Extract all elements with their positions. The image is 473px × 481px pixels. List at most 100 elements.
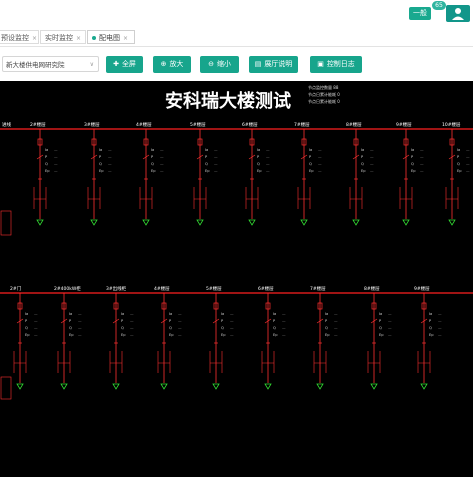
- meter-value: —: [282, 319, 286, 323]
- diagram-title: 安科瑞大楼测试: [165, 90, 291, 112]
- feeder-label: 5#楼层: [190, 121, 206, 128]
- meter-label: Ia: [45, 148, 48, 152]
- feeder-label: 9#楼层: [414, 285, 430, 292]
- meter-value: —: [420, 169, 424, 173]
- meter-label: P: [99, 155, 102, 159]
- ground-symbol: [160, 383, 168, 390]
- active-dot-icon: [92, 36, 96, 40]
- ground-symbol: [264, 383, 272, 390]
- meter-label: Ia: [121, 312, 124, 316]
- meter-value: —: [214, 148, 218, 152]
- meter-label: P: [121, 319, 124, 323]
- meter-value: —: [370, 162, 374, 166]
- meter-value: —: [388, 319, 392, 323]
- zoom-in-button[interactable]: ⊕ 放大: [153, 56, 191, 73]
- meter-label: P: [45, 155, 48, 159]
- meter-value: —: [214, 169, 218, 173]
- meter-value: —: [334, 326, 338, 330]
- meter-value: —: [370, 148, 374, 152]
- meter-value: —: [420, 155, 424, 159]
- feeder-label: 8#楼层: [346, 121, 362, 128]
- meter-value: —: [438, 319, 442, 323]
- meter-value: —: [178, 333, 182, 337]
- meter-value: —: [282, 312, 286, 316]
- fullscreen-button[interactable]: ✚ 全屏: [106, 56, 143, 73]
- meter-value: —: [54, 155, 58, 159]
- incoming-panel: [0, 376, 12, 400]
- tab-distribution-diagram[interactable]: 配电图 ×: [87, 30, 135, 44]
- ground-symbol: [248, 219, 256, 226]
- meter-value: —: [178, 319, 182, 323]
- site-select-value: 新大楼供电网研究院: [6, 61, 65, 69]
- meter-value: —: [230, 312, 234, 316]
- alarm-level-button[interactable]: 一般: [409, 7, 431, 20]
- meter-label: P: [151, 155, 154, 159]
- info-line: 节点日累计能耗 0: [308, 91, 340, 97]
- zoom-out-button[interactable]: ⊖ 缩小: [200, 56, 239, 73]
- meter-value: —: [388, 333, 392, 337]
- meter-value: —: [318, 148, 322, 152]
- meter-label: Ep: [151, 169, 156, 173]
- fullscreen-label: 全屏: [121, 60, 136, 68]
- meter-value: —: [130, 326, 134, 330]
- meter-label: Q: [257, 162, 260, 166]
- meter-label: Ep: [205, 169, 210, 173]
- close-icon[interactable]: ×: [32, 35, 37, 42]
- meter-value: —: [108, 162, 112, 166]
- feeder-label: 2#楼层: [30, 121, 46, 128]
- meter-value: —: [388, 326, 392, 330]
- feeder-label: 2#门: [10, 285, 22, 292]
- feeder-label: 3#楼层: [84, 121, 100, 128]
- meter-value: —: [54, 148, 58, 152]
- ground-symbol: [36, 219, 44, 226]
- meter-label: Q: [121, 326, 124, 330]
- meter-value: —: [78, 319, 82, 323]
- meter-label: Ia: [99, 148, 102, 152]
- info-line: 节点日累计能耗 0: [308, 98, 340, 104]
- tab-label: 实时监控: [45, 34, 73, 42]
- tab-preset-monitor[interactable]: 预设监控 ×: [0, 30, 39, 44]
- plus-icon: ✚: [113, 60, 119, 68]
- user-button[interactable]: [446, 5, 470, 22]
- feeder-label: 6#楼层: [242, 121, 258, 128]
- distribution-diagram-canvas[interactable]: 安科瑞大楼测试 节点监控数量 88 节点日累计能耗 0 节点日累计能耗 0 进线…: [0, 81, 473, 477]
- meter-value: —: [178, 312, 182, 316]
- feeder-label: 5#楼层: [206, 285, 222, 292]
- ground-symbol: [90, 219, 98, 226]
- close-icon[interactable]: ×: [123, 35, 128, 42]
- meter-label: Ep: [121, 333, 126, 337]
- ground-symbol: [60, 383, 68, 390]
- notification-badge: 65: [432, 1, 446, 10]
- meter-label: Ia: [25, 312, 28, 316]
- feeder-label: 3#出线柜: [106, 285, 127, 292]
- close-icon[interactable]: ×: [76, 35, 81, 42]
- ground-symbol: [352, 219, 360, 226]
- meter-value: —: [334, 319, 338, 323]
- meter-label: Q: [457, 162, 460, 166]
- meter-label: Ep: [379, 333, 384, 337]
- meter-label: Ep: [221, 333, 226, 337]
- meter-label: Ep: [457, 169, 462, 173]
- screen-description-button[interactable]: ▤ 展厅说明: [249, 56, 298, 73]
- site-select[interactable]: 新大楼供电网研究院 ∨: [2, 56, 99, 72]
- meter-label: Q: [205, 162, 208, 166]
- tab-realtime-monitor[interactable]: 实时监控 ×: [40, 30, 86, 44]
- meter-value: —: [438, 326, 442, 330]
- meter-value: —: [334, 312, 338, 316]
- meter-value: —: [266, 169, 270, 173]
- ground-symbol: [196, 219, 204, 226]
- bus-label: 进线: [2, 121, 11, 128]
- zoom-out-label: 缩小: [216, 60, 231, 68]
- meter-label: P: [379, 319, 382, 323]
- ground-symbol: [402, 219, 410, 226]
- feeder-label: 10#楼层: [442, 121, 461, 128]
- meter-label: P: [411, 155, 414, 159]
- control-log-button[interactable]: ▣ 控制日志: [310, 56, 362, 73]
- meter-label: Ia: [169, 312, 172, 316]
- meter-label: P: [257, 155, 260, 159]
- ground-symbol: [370, 383, 378, 390]
- meter-label: Ep: [411, 169, 416, 173]
- meter-value: —: [34, 319, 38, 323]
- meter-label: Ia: [411, 148, 414, 152]
- meter-value: —: [78, 326, 82, 330]
